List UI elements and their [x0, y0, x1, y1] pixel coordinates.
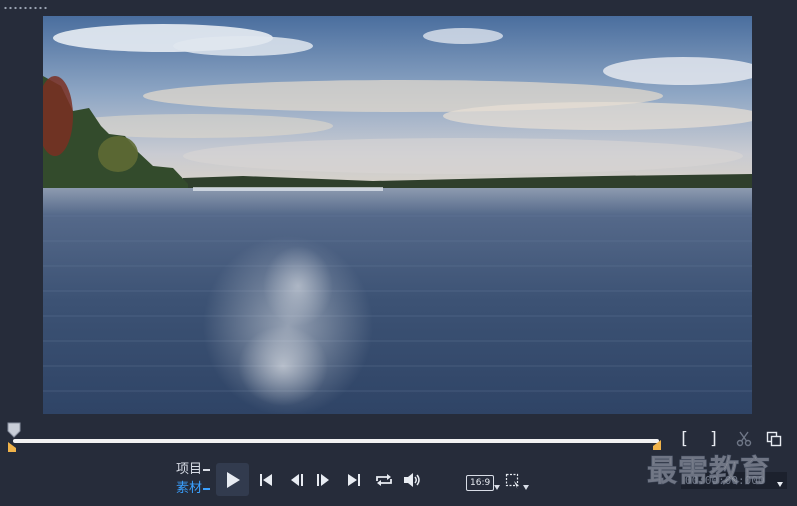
skip-start-icon: [260, 474, 272, 486]
mark-in-handle[interactable]: [7, 441, 17, 453]
mode-clip[interactable]: 素材: [176, 481, 211, 497]
go-to-start-button[interactable]: [257, 471, 275, 489]
playhead-handle[interactable]: [7, 422, 21, 438]
play-button[interactable]: [216, 463, 249, 496]
mode-clip-label: 素材: [176, 481, 203, 496]
crop-selection-icon: [505, 473, 519, 489]
go-to-end-button[interactable]: [345, 471, 363, 489]
aspect-ratio-dropdown-icon[interactable]: [494, 485, 500, 490]
preview-frame-image: [43, 16, 752, 414]
speaker-icon: [404, 473, 420, 487]
volume-button[interactable]: [401, 471, 423, 489]
next-frame-icon: [317, 474, 329, 486]
mode-project-label: 项目: [176, 462, 203, 477]
aspect-ratio-selector[interactable]: 16:9: [466, 475, 495, 491]
next-frame-button[interactable]: [314, 471, 332, 489]
watermark-logo: 最需教育: [647, 454, 771, 490]
panel-drag-handle[interactable]: [3, 6, 49, 10]
mode-project[interactable]: 项目: [176, 462, 211, 478]
crop-selection-button[interactable]: [505, 473, 521, 489]
repeat-button[interactable]: [373, 471, 395, 489]
previous-frame-button[interactable]: [288, 471, 306, 489]
play-icon: [226, 471, 240, 488]
timeline-track[interactable]: [13, 439, 659, 443]
video-preview: [43, 16, 752, 414]
skip-end-icon: [348, 474, 360, 486]
repeat-icon: [376, 474, 392, 486]
timecode-dropdown-icon[interactable]: [777, 482, 783, 487]
crop-dropdown-icon[interactable]: [523, 485, 529, 490]
previous-frame-icon: [291, 474, 303, 486]
